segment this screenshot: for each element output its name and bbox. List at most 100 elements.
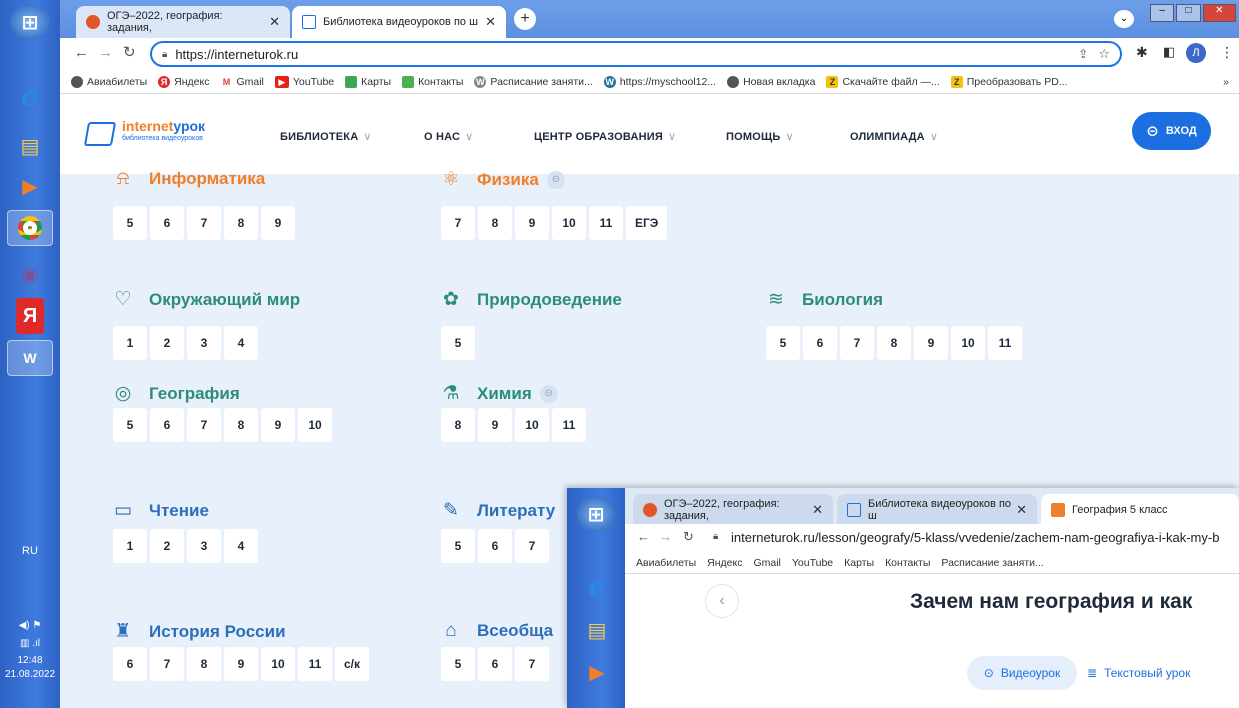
subject-heading[interactable]: ▭ Чтение	[113, 499, 209, 522]
maximize-button[interactable]: □	[1176, 4, 1201, 22]
grade-button[interactable]: 11	[298, 647, 332, 681]
nav-about[interactable]: О НАС ∨	[424, 130, 473, 143]
video-lesson-button[interactable]: ⊙ Видеоурок	[967, 656, 1077, 690]
grade-button[interactable]: 5	[441, 529, 475, 563]
grade-button[interactable]: 3	[187, 529, 221, 563]
network-icon[interactable]: ▥ .ıl	[0, 638, 60, 649]
grade-button[interactable]: 9	[914, 326, 948, 360]
nav-library[interactable]: БИБЛИОТЕКА ∨	[280, 130, 372, 143]
close-window-button[interactable]: ✕	[1202, 4, 1237, 22]
bookmark-aviabilety[interactable]: Авиабилеты	[71, 75, 147, 88]
grade-button[interactable]: 8	[224, 206, 258, 240]
grade-button[interactable]: 6	[113, 647, 147, 681]
subject-heading[interactable]: ⌂ Всеобща	[441, 620, 553, 642]
grade-button[interactable]: 6	[150, 206, 184, 240]
volume-icon[interactable]: ◀) ⚑	[0, 620, 60, 631]
share-icon[interactable]: ⇪	[1078, 47, 1088, 61]
nav-olympiad[interactable]: ОЛИМПИАДА ∨	[850, 130, 938, 143]
forward-icon[interactable]: →	[659, 529, 672, 544]
bookmark-youtube[interactable]: ▶ YouTube	[274, 75, 334, 88]
bookmark-gmail[interactable]: M Gmail	[220, 76, 264, 88]
reload-icon[interactable]: ↻	[683, 529, 694, 545]
grade-button[interactable]: 9	[224, 647, 258, 681]
grade-button[interactable]: 8	[187, 647, 221, 681]
close-icon[interactable]: ✕	[269, 14, 280, 30]
grade-button[interactable]: 5	[766, 326, 800, 360]
grade-button[interactable]: 7	[515, 529, 549, 563]
extensions-icon[interactable]: ✱	[1136, 44, 1148, 61]
new-tab-button[interactable]: +	[514, 8, 536, 30]
grade-button[interactable]: 7	[840, 326, 874, 360]
grade-button[interactable]: 8	[877, 326, 911, 360]
tab-oge[interactable]: ОГЭ–2022, география: задания, ✕	[76, 6, 290, 38]
close-icon[interactable]: ✕	[1016, 502, 1027, 518]
grade-button[interactable]: 1	[113, 326, 147, 360]
grade-button[interactable]: 9	[261, 408, 295, 442]
bookmark-schedule[interactable]: W Расписание заняти...	[474, 75, 593, 88]
ie-icon[interactable]: e	[574, 568, 620, 604]
clock-date[interactable]: 21.08.2022	[0, 669, 60, 680]
grade-button[interactable]: 11	[589, 206, 623, 240]
grade-button[interactable]: 8	[441, 408, 475, 442]
subject-heading[interactable]: ✎ Литерату	[441, 499, 555, 522]
text-lesson-button[interactable]: ≣ Текстовый урок	[1087, 656, 1227, 690]
profile-avatar[interactable]: Л	[1186, 43, 1206, 63]
grade-button[interactable]: 7	[187, 206, 221, 240]
bookmark-item[interactable]: Контакты	[885, 557, 930, 569]
nav-education-center[interactable]: ЦЕНТР ОБРАЗОВАНИЯ ∨	[534, 130, 676, 143]
nav-help[interactable]: ПОМОЩЬ ∨	[726, 130, 794, 143]
login-button[interactable]: ⊝ ВХОД	[1132, 112, 1211, 150]
grade-button[interactable]: 9	[261, 206, 295, 240]
explorer-icon[interactable]: ▤	[574, 612, 620, 648]
bookmark-yandex[interactable]: Я Яндекс	[158, 75, 209, 88]
explorer-icon[interactable]: ▤	[7, 128, 53, 164]
grade-button[interactable]: 2	[150, 529, 184, 563]
bookmark-item[interactable]: YouTube	[792, 557, 833, 569]
subject-heading[interactable]: ♜ История России	[113, 620, 285, 643]
bookmark-maps[interactable]: Карты	[345, 75, 391, 88]
tab-search-icon[interactable]: ⌄	[1114, 10, 1134, 28]
grade-button[interactable]: 3	[187, 326, 221, 360]
grade-button[interactable]: 7	[515, 647, 549, 681]
word-icon[interactable]: W	[7, 340, 53, 376]
sidepanel-icon[interactable]: ◧	[1163, 44, 1175, 60]
grade-button[interactable]: 1	[113, 529, 147, 563]
media-player-icon[interactable]: ▶	[7, 168, 53, 204]
grade-button[interactable]: 10	[515, 408, 549, 442]
tab-geography[interactable]: География 5 класс	[1041, 494, 1239, 526]
grade-button[interactable]: 6	[478, 529, 512, 563]
back-icon[interactable]: ←	[74, 44, 89, 61]
forward-icon[interactable]: →	[98, 44, 113, 61]
subject-heading[interactable]: ♡ Окружающий мир	[113, 288, 300, 311]
more-bookmarks[interactable]: »	[1223, 76, 1229, 88]
close-icon[interactable]: ✕	[812, 502, 823, 518]
grade-button[interactable]: 10	[298, 408, 332, 442]
reload-icon[interactable]: ↻	[123, 43, 136, 61]
start-button[interactable]: ⊞	[10, 4, 50, 40]
grade-button[interactable]: 5	[113, 408, 147, 442]
grade-button[interactable]: 11	[988, 326, 1022, 360]
menu-icon[interactable]: ⋮	[1220, 44, 1234, 61]
close-icon[interactable]: ✕	[485, 14, 496, 30]
subject-heading[interactable]: ≋ Биология	[766, 288, 883, 311]
back-icon[interactable]: ←	[637, 529, 650, 544]
grade-button[interactable]: 4	[224, 529, 258, 563]
language-indicator[interactable]: RU	[0, 545, 60, 557]
ie-icon[interactable]: e	[7, 78, 53, 114]
grade-button[interactable]: 10	[261, 647, 295, 681]
address-bar[interactable]: interneturok.ru/lesson/geografy/5-klass/…	[731, 530, 1219, 545]
bookmark-item[interactable]: Карты	[844, 557, 874, 569]
grade-button[interactable]: 2	[150, 326, 184, 360]
grade-button[interactable]: 6	[150, 408, 184, 442]
grade-button[interactable]: 8	[478, 206, 512, 240]
tab-oge[interactable]: ОГЭ–2022, география: задания, ✕	[633, 494, 833, 526]
grade-button[interactable]: 6	[478, 647, 512, 681]
subject-heading[interactable]: ⚗ Химия ⊝	[441, 382, 558, 405]
tab-library[interactable]: Библиотека видеоуроков по ш ✕	[292, 6, 506, 38]
bookmark-item[interactable]: Расписание заняти...	[941, 557, 1043, 569]
grade-button[interactable]: ЕГЭ	[626, 206, 668, 240]
grade-button[interactable]: 5	[441, 647, 475, 681]
logo[interactable]: internetурок	[122, 118, 205, 134]
yandex-icon[interactable]: Я	[16, 298, 44, 334]
bookmark-item[interactable]: Gmail	[753, 557, 780, 569]
